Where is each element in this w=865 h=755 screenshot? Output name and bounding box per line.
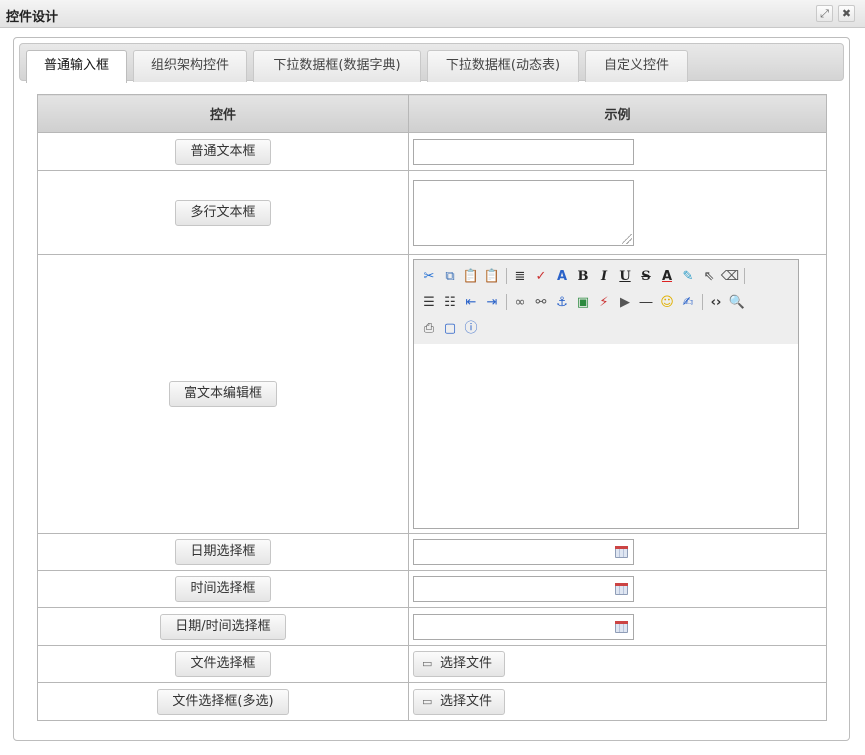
fullscreen-icon[interactable]: ▢ [440, 318, 460, 338]
unordered-list-icon[interactable]: ☷ [440, 292, 460, 312]
justify-icon[interactable]: ☰ [419, 292, 439, 312]
tab-org-structure[interactable]: 组织架构控件 [133, 50, 247, 82]
tab-normal-input[interactable]: 普通输入框 [26, 50, 127, 83]
maximize-icon[interactable]: ⤢ [816, 5, 833, 22]
window-titlebar: 控件设计 ⤢ ✖ [0, 0, 865, 28]
about-icon[interactable]: ⓘ [461, 318, 481, 338]
text-input-button[interactable]: 普通文本框 [175, 138, 271, 165]
datetime-picker-field[interactable] [413, 613, 634, 640]
tab-dropdown-dynamic-table[interactable]: 下拉数据框(动态表) [427, 50, 579, 82]
textarea-button[interactable]: 多行文本框 [175, 199, 271, 226]
calendar-icon[interactable] [615, 583, 628, 595]
file-picker-button[interactable]: 文件选择框 [175, 651, 271, 677]
table-row: 时间选择框 [37, 570, 827, 608]
editor-toolbar: ✂ ⧉ 📋 📋 ≣ ✓ A B I U S A ✎ ⇖ ⌫ ☰ ☷ ⇤ ⇥ ∞ … [414, 260, 798, 344]
table-row: 日期/时间选择框 [37, 607, 827, 646]
anchor-icon[interactable]: ⚓ [552, 292, 572, 312]
horizontal-rule-icon[interactable]: ― [636, 292, 656, 312]
window-title: 控件设计 [6, 10, 59, 25]
folder-open-icon: ▭ [422, 657, 433, 670]
time-picker-field[interactable] [413, 576, 634, 602]
strikethrough-icon[interactable]: S [636, 266, 656, 286]
table-row: 日期选择框 [37, 533, 827, 571]
choose-files-button[interactable]: ▭ 选择文件 [413, 688, 506, 715]
rich-text-editor[interactable]: ✂ ⧉ 📋 📋 ≣ ✓ A B I U S A ✎ ⇖ ⌫ ☰ ☷ ⇤ ⇥ ∞ … [413, 259, 799, 529]
print-icon[interactable]: ⎙ [419, 318, 439, 338]
flash-icon[interactable]: ⚡ [594, 292, 614, 312]
table-row: 普通文本框 [37, 132, 827, 171]
table-row: 文件选择框 ▭ 选择文件 [37, 645, 827, 683]
outdent-icon[interactable]: ⇤ [461, 292, 481, 312]
bold-icon[interactable]: B [573, 266, 593, 286]
table-row: 多行文本框 [37, 170, 827, 255]
source-code-icon[interactable]: ‹› [706, 292, 726, 312]
table-row: 文件选择框(多选) ▭ 选择文件 [37, 682, 827, 721]
tab-dropdown-dictionary[interactable]: 下拉数据框(数据字典) [253, 50, 421, 82]
rich-text-editor-button[interactable]: 富文本编辑框 [168, 381, 277, 407]
edit-icon[interactable]: ✍ [678, 292, 698, 312]
preview-icon[interactable]: 🔍 [727, 292, 747, 312]
media-icon[interactable]: ▶ [615, 292, 635, 312]
calendar-icon[interactable] [615, 620, 628, 633]
cut-icon[interactable]: ✂ [419, 266, 439, 286]
link-icon[interactable]: ∞ [510, 292, 530, 312]
date-picker-button[interactable]: 日期选择框 [175, 539, 271, 565]
underline-icon[interactable]: U [615, 266, 635, 286]
font-format-icon[interactable]: A [552, 266, 572, 286]
highlight-color-icon[interactable]: ✎ [678, 266, 698, 286]
folder-open-icon: ▭ [422, 694, 433, 708]
paste-icon[interactable]: 📋 [461, 266, 481, 286]
choose-file-label: 选择文件 [440, 693, 493, 709]
unlink-icon[interactable]: ⚯ [531, 292, 551, 312]
resize-grip-icon[interactable] [622, 233, 632, 244]
multi-file-picker-button[interactable]: 文件选择框(多选) [157, 688, 289, 715]
copy-icon[interactable]: ⧉ [440, 266, 460, 286]
font-color-icon[interactable]: A [657, 266, 677, 286]
eraser-icon[interactable]: ⌫ [720, 266, 740, 286]
toolbar-separator [702, 294, 703, 310]
indent-icon[interactable]: ⇥ [482, 292, 502, 312]
time-picker-button[interactable]: 时间选择框 [175, 576, 271, 602]
paste-word-icon[interactable]: 📋 [482, 266, 502, 286]
tab-custom-control[interactable]: 自定义控件 [585, 50, 688, 82]
toolbar-separator [506, 268, 507, 284]
toolbar-separator [506, 294, 507, 310]
spellcheck-icon[interactable]: ✓ [531, 266, 551, 286]
column-header-control: 控件 [37, 94, 409, 133]
paragraph-icon[interactable]: ≣ [510, 266, 530, 286]
column-header-example: 示例 [408, 94, 827, 133]
date-picker-field[interactable] [413, 539, 634, 565]
choose-file-label: 选择文件 [440, 656, 493, 671]
image-icon[interactable]: ▣ [573, 292, 593, 312]
calendar-icon[interactable] [615, 546, 628, 558]
italic-icon[interactable]: I [594, 266, 614, 286]
close-icon[interactable]: ✖ [838, 5, 855, 22]
emoticon-icon[interactable]: ☺ [657, 292, 677, 312]
toolbar-separator [744, 268, 745, 284]
textarea-field[interactable] [413, 179, 634, 246]
choose-file-button[interactable]: ▭ 选择文件 [413, 651, 506, 677]
text-input-field[interactable] [413, 138, 634, 165]
select-pointer-icon[interactable]: ⇖ [699, 266, 719, 286]
tab-strip: 普通输入框 组织架构控件 下拉数据框(数据字典) 下拉数据框(动态表) 自定义控… [19, 43, 844, 83]
table-row: 富文本编辑框 ✂ ⧉ 📋 📋 ≣ ✓ A B I U S A ✎ ⇖ ⌫ ☰ ☷… [37, 254, 827, 534]
datetime-picker-button[interactable]: 日期/时间选择框 [160, 613, 286, 640]
table-header-row: 控件 示例 [37, 94, 827, 133]
control-table: 控件 示例 普通文本框 多行文本框 富文本编辑框 ✂ ⧉ 📋 📋 ≣ ✓ A B… [37, 94, 827, 721]
